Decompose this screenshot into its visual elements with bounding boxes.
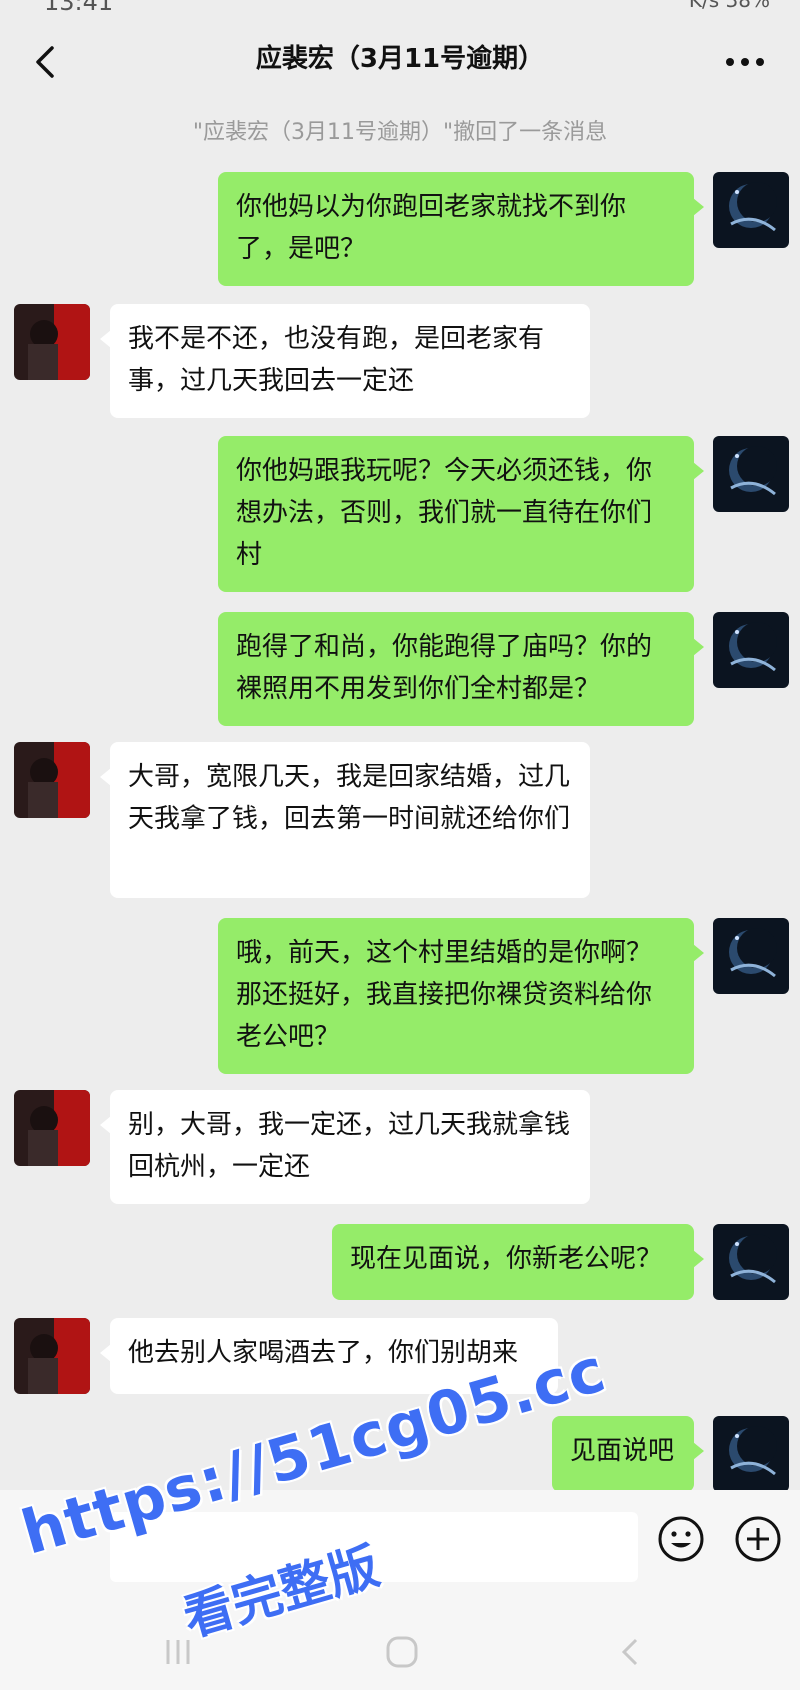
status-indicators: K/s 38%: [688, 0, 770, 12]
message-bubble-outgoing[interactable]: 见面说吧: [552, 1416, 704, 1492]
message-bubble-outgoing[interactable]: 现在见面说，你新老公呢？: [332, 1224, 704, 1300]
self-avatar[interactable]: [713, 436, 789, 512]
plus-icon[interactable]: [733, 1514, 783, 1564]
message-bubble-outgoing[interactable]: 哦，前天，这个村里结婚的是你啊？那还挺好，我直接把你裸贷资料给你老公吧？: [218, 918, 704, 1074]
self-avatar[interactable]: [713, 172, 789, 248]
status-time: 13:41: [44, 0, 114, 14]
self-avatar[interactable]: [713, 1416, 789, 1492]
message-bubble-incoming[interactable]: 我不是不还，也没有跑，是回老家有事，过几天我回去一定还: [100, 304, 590, 418]
message-bubble-incoming[interactable]: 别，大哥，我一定还，过几天我就拿钱回杭州，一定还: [100, 1090, 590, 1204]
message-bubble-outgoing[interactable]: 你他妈以为你跑回老家就找不到你了，是吧？: [218, 172, 704, 286]
self-avatar[interactable]: [713, 918, 789, 994]
emoji-icon[interactable]: [656, 1514, 706, 1564]
message-bubble-outgoing[interactable]: 跑得了和尚，你能跑得了庙吗？你的裸照用不用发到你们全村都是？: [218, 612, 704, 726]
nav-back-icon[interactable]: [612, 1634, 648, 1670]
contact-avatar[interactable]: [14, 304, 90, 380]
status-bar: 13:41 K/s 38%: [0, 0, 800, 14]
nav-recent-icon[interactable]: [160, 1634, 196, 1670]
message-input[interactable]: [110, 1512, 638, 1582]
contact-avatar[interactable]: [14, 1090, 90, 1166]
message-bubble-incoming[interactable]: 他去别人家喝酒去了，你们别胡来: [100, 1318, 558, 1394]
nav-home-icon[interactable]: [382, 1632, 422, 1672]
message-bubble-incoming[interactable]: 大哥，宽限几天，我是回家结婚，过几天我拿了钱，回去第一时间就还给你们: [100, 742, 590, 898]
more-dots-icon[interactable]: [720, 44, 770, 80]
recall-notice: "应裴宏（3月11号逾期）"撤回了一条消息: [192, 120, 608, 145]
system-nav-bar: [0, 1610, 800, 1690]
contact-avatar[interactable]: [14, 742, 90, 818]
self-avatar[interactable]: [713, 612, 789, 688]
contact-avatar[interactable]: [14, 1318, 90, 1394]
voice-toggle-area[interactable]: [18, 1520, 88, 1576]
self-avatar[interactable]: [713, 1224, 789, 1300]
message-bubble-outgoing[interactable]: 你他妈跟我玩呢？今天必须还钱，你想办法，否则，我们就一直待在你们村: [218, 436, 704, 592]
chat-title: 应裴宏（3月11号逾期）: [255, 44, 545, 74]
chat-header: 应裴宏（3月11号逾期）: [0, 14, 800, 104]
